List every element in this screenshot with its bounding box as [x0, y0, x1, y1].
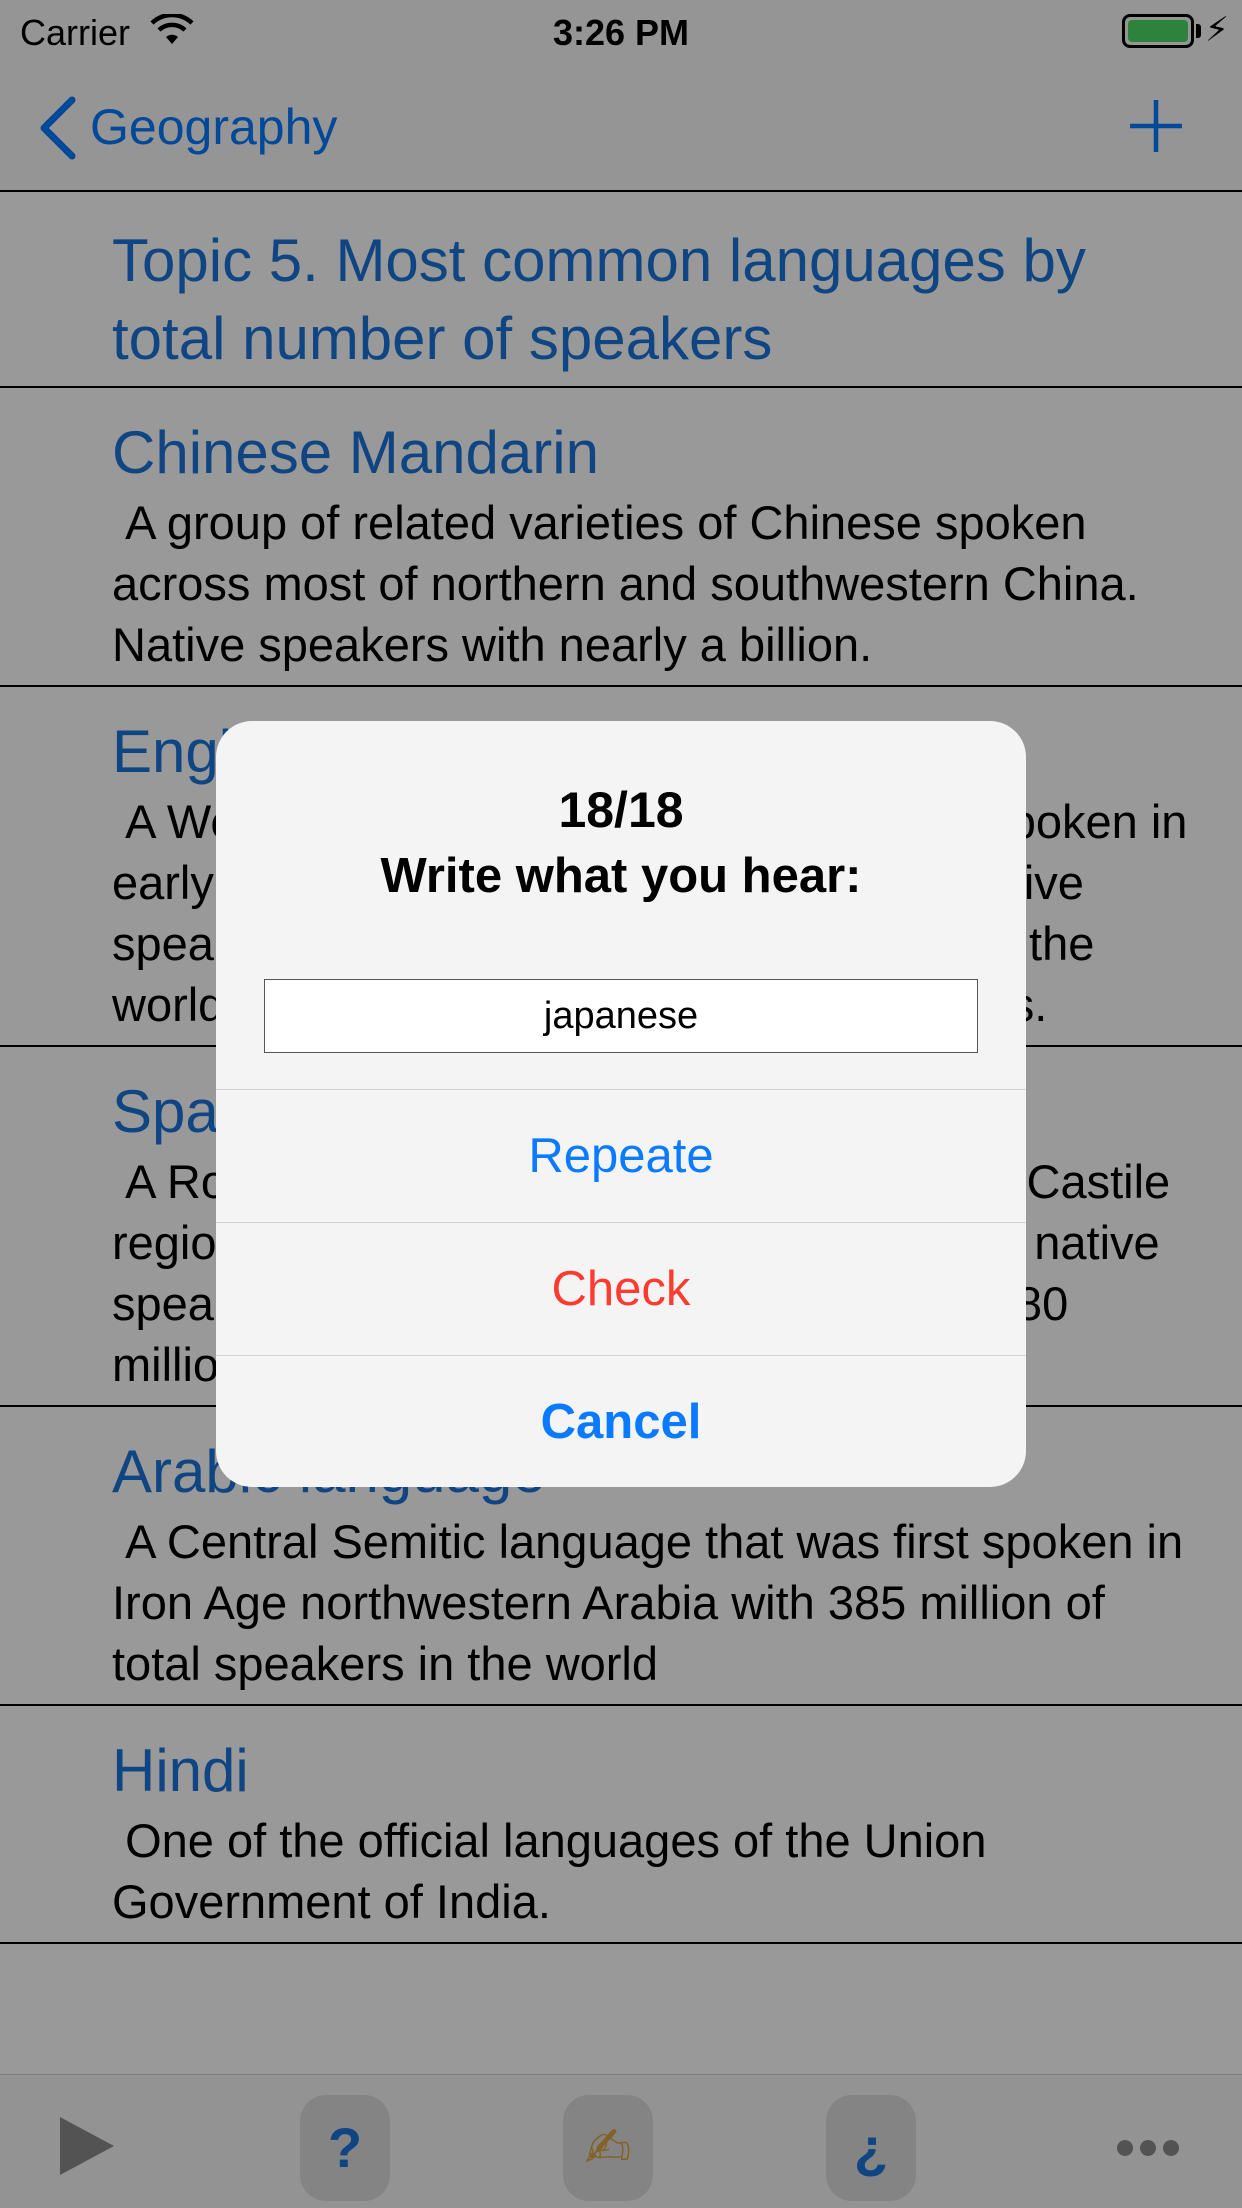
question-counter: 18/18 — [558, 782, 684, 838]
alert-message: Write what you hear: — [380, 849, 862, 903]
dictation-alert: 18/18 Write what you hear: Repeate Check… — [216, 721, 1026, 1487]
repeat-button[interactable]: Repeate — [216, 1089, 1026, 1222]
answer-input[interactable] — [264, 979, 978, 1053]
cancel-button[interactable]: Cancel — [216, 1355, 1026, 1487]
check-button[interactable]: Check — [216, 1222, 1026, 1355]
